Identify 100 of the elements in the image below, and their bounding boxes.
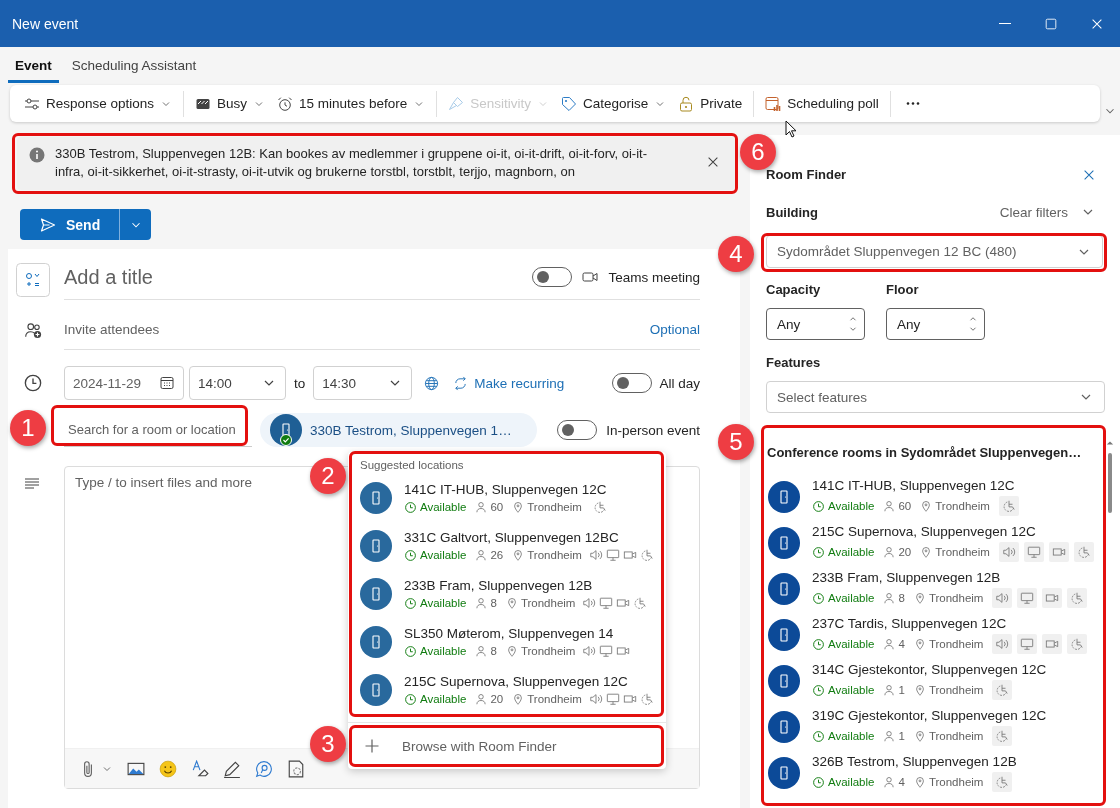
capacity-label: Capacity [766,282,822,297]
time-zone-button[interactable] [424,375,440,391]
tag-icon [560,95,577,112]
optional-link[interactable]: Optional [649,322,700,337]
toggle-switch[interactable] [612,373,653,393]
to-label: to [294,375,306,391]
location-city: Trondheim [928,776,984,788]
toolbar-button[interactable]: Categorise [554,88,673,119]
availability-status: Available [420,645,467,657]
make-recurring-button[interactable]: Make recurring [453,375,565,391]
location-pin-icon [512,549,525,561]
location-city: Trondheim [928,684,984,696]
close-icon [706,155,720,169]
floor-spinner[interactable]: Any [886,308,985,340]
send-button[interactable]: Send [20,209,119,240]
availability-status: Available [828,546,875,558]
capacity-count: 26 [490,549,504,561]
availability-status: Available [420,693,467,705]
capacity-count: 4 [898,776,905,788]
capacity-count: 1 [898,684,905,696]
capacity-count: 60 [898,500,912,512]
room-name[interactable]: 215C Supernova, Sluppenvegen 12C [404,674,654,689]
end-time-dropdown[interactable]: 14:30 [313,366,413,400]
text-format-icon [24,476,40,492]
date-field[interactable]: 2024-11-29 [64,366,184,400]
available-check-icon [280,434,292,446]
clock-icon [404,596,417,610]
toolbar-button[interactable]: Response options [18,88,179,119]
availability-status: Available [420,501,467,513]
toolbar-button[interactable]: Private [672,88,749,119]
person-icon [883,546,896,558]
toggle-switch[interactable] [532,267,573,287]
callout-number: 4 [718,236,754,272]
location-city: Trondheim [527,693,582,705]
room-list-heading: Conference rooms in Sydområdet Sluppenvegen… [766,444,1083,460]
person-icon [475,693,488,705]
more-icon [905,102,920,105]
plus-icon [364,738,380,754]
clock-icon [24,374,42,392]
capacity-count: 20 [898,546,912,558]
attendees-field[interactable]: Invite attendees [64,315,650,344]
location-pin-icon [913,684,926,696]
person-icon [883,500,896,512]
capacity-count: 4 [898,638,905,650]
clear-filters-button[interactable]: Clear filters [999,204,1096,220]
capacity-count: 1 [898,730,905,742]
apps-icon [16,262,50,297]
toolbar-button[interactable]: Scheduling poll [759,88,885,119]
room-name[interactable]: 326B Testrom, Sluppenvegen 12B [812,754,1017,769]
location-city: Trondheim [935,500,990,512]
room-name[interactable]: 331C Galtvort, Sluppenvegen 12BC [404,530,654,545]
availability-status: Available [828,684,875,696]
features-label: Features [766,355,822,370]
availability-status: Available [828,730,875,742]
room-name[interactable]: 141C IT-HUB, Sluppenvegen 12C [812,478,1019,493]
capacity-count: 20 [490,693,504,705]
person-icon [475,501,488,513]
capacity-spinner[interactable]: Any [766,308,865,340]
toggle-switch[interactable] [557,420,598,440]
room-name[interactable]: 233B Fram, Sluppenvegen 12B [404,578,648,593]
tab[interactable]: Scheduling Assistant [64,50,204,83]
toolbar-button[interactable]: 15 minutes before [271,88,432,119]
location-pin-icon [913,638,926,650]
location-search-field[interactable]: Search for a room or location [64,413,252,447]
minimize-icon [999,23,1011,24]
features-dropdown[interactable]: Select features [766,381,1105,413]
room-name[interactable]: 314C Gjestekontor, Sluppenvegen 12C [812,662,1047,677]
room-name[interactable]: 319C Gjestekontor, Sluppenvegen 12C [812,708,1047,723]
availability-status: Available [420,549,467,561]
browse-room-finder-button[interactable]: Browse with Room Finder [354,731,660,761]
signature-button[interactable] [223,759,241,778]
room-name[interactable]: 141C IT-HUB, Sluppenvegen 12C [404,482,607,497]
alarm-clock-icon [277,95,294,112]
padlock-icon [678,95,695,112]
toolbar-button[interactable]: Busy [189,88,272,119]
capacity-count: 60 [490,501,504,513]
document-button[interactable] [287,759,305,778]
building-label: Building [766,204,818,220]
capacity-count: 8 [490,597,497,609]
clock-icon [812,683,825,697]
emoji-button[interactable] [159,759,177,778]
room-name[interactable]: 215C Supernova, Sluppenvegen 12C [812,524,1094,539]
scroll-up-icon [1106,439,1114,447]
availability-status: Available [420,597,467,609]
location-chip[interactable]: 330B Testrom, Sluppenvegen 1… [260,413,537,447]
title-field[interactable]: Add a title [64,262,533,292]
room-name[interactable]: 233B Fram, Sluppenvegen 12B [812,570,1088,585]
text-effects-button[interactable] [191,759,209,778]
capacity-count: 8 [490,645,497,657]
location-city: Trondheim [935,546,990,558]
start-time-dropdown[interactable]: 14:00 [189,366,286,400]
room-name[interactable]: 237C Tardis, Sluppenvegen 12C [812,616,1088,631]
repeat-icon [453,375,469,391]
location-pin-icon [505,645,518,657]
sliders-icon [24,95,40,112]
room-name[interactable]: SL350 Møterom, Sluppenvegen 14 [404,626,631,641]
clock-icon [812,637,825,651]
capacity-count: 8 [898,592,905,604]
person-icon [475,645,488,657]
chat-button[interactable] [255,759,273,778]
